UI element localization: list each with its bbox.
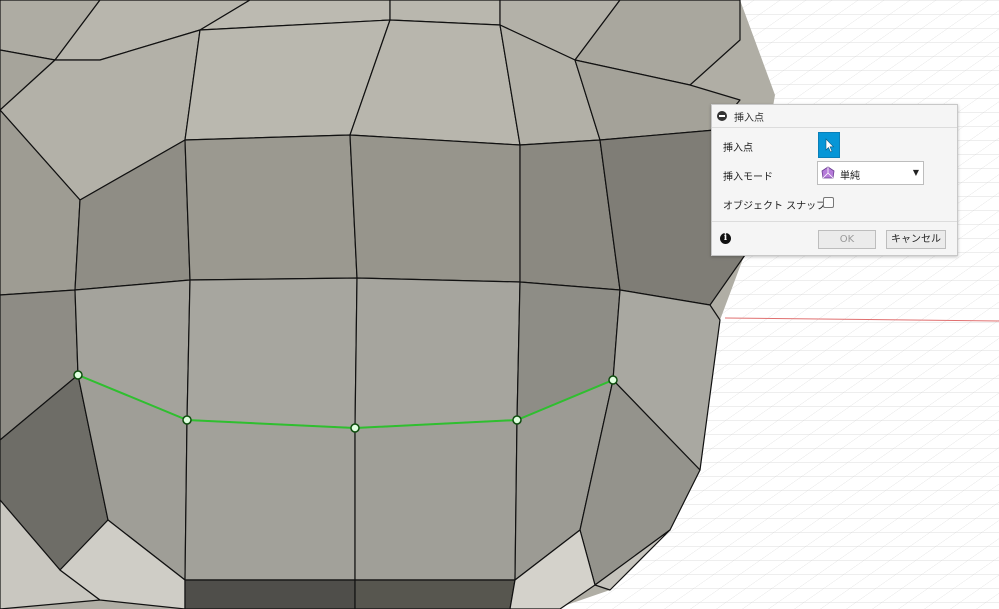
insert-mode-value: 単純 xyxy=(840,171,860,182)
mesh-vertex[interactable] xyxy=(182,415,192,425)
insert-point-label: 挿入点 xyxy=(723,143,753,154)
dialog-footer: i OK キャンセル xyxy=(712,221,957,256)
info-icon[interactable]: i xyxy=(720,233,731,244)
insert-mode-dropdown[interactable]: 単純 ▼ xyxy=(817,161,924,185)
insert-mode-icon xyxy=(821,166,835,179)
select-point-button[interactable] xyxy=(818,132,840,158)
ok-button[interactable]: OK xyxy=(818,230,876,249)
mesh-face xyxy=(354,277,521,429)
mesh-face xyxy=(184,419,356,581)
mesh-face xyxy=(184,134,358,281)
dialog-title: 挿入点 xyxy=(734,112,764,124)
mesh-vertex[interactable] xyxy=(350,423,360,433)
mesh-body[interactable] xyxy=(0,0,775,609)
object-snap-checkbox[interactable] xyxy=(823,197,834,208)
cancel-button[interactable]: キャンセル xyxy=(886,230,946,249)
chevron-down-icon: ▼ xyxy=(912,168,919,177)
mesh-face xyxy=(349,134,521,283)
mesh-face xyxy=(354,419,518,581)
mesh-vertex[interactable] xyxy=(608,375,618,385)
mesh-face xyxy=(354,579,516,609)
insert-point-dialog: 挿入点 挿入点 挿入モード 単純 ▼ オブジェクト スナップ i OK キャンセ… xyxy=(711,104,958,256)
cursor-arrow-icon xyxy=(825,138,835,153)
object-snap-label: オブジェクト スナップ xyxy=(723,201,827,212)
dialog-header[interactable]: 挿入点 xyxy=(712,105,957,128)
mesh-face xyxy=(184,579,356,609)
collapse-icon[interactable] xyxy=(717,111,727,121)
insert-mode-label: 挿入モード xyxy=(723,172,773,183)
3d-viewport[interactable] xyxy=(0,0,999,609)
mesh-face xyxy=(186,277,358,429)
mesh-vertex[interactable] xyxy=(73,370,83,380)
mesh-vertex[interactable] xyxy=(512,415,522,425)
